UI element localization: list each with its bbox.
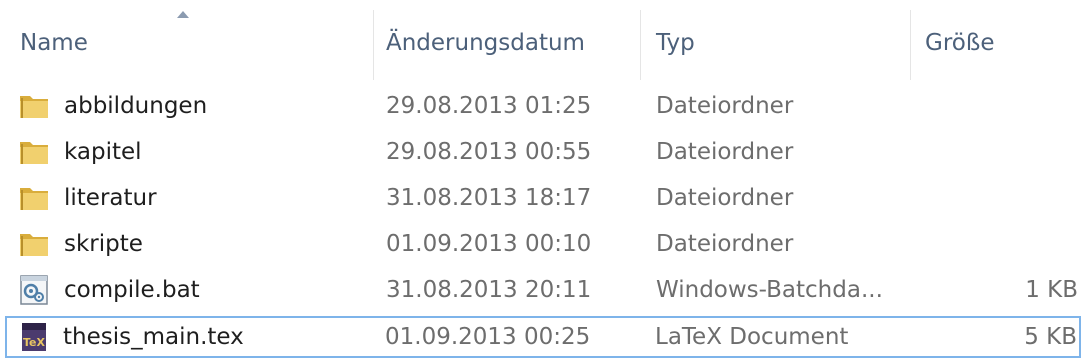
file-modified: 01.09.2013 00:10 [386, 231, 592, 257]
file-modified: 29.08.2013 00:55 [386, 139, 592, 165]
file-name: skripte [64, 231, 143, 257]
file-row[interactable]: compile.bat 31.08.2013 20:11 Windows-Bat… [5, 269, 1081, 311]
folder-icon [18, 137, 50, 167]
file-type: Dateiordner [656, 185, 794, 211]
folder-icon [18, 91, 50, 121]
file-row[interactable]: skripte 01.09.2013 00:10 Dateiordner [5, 223, 1081, 265]
column-header-type[interactable]: Typ [656, 0, 695, 84]
file-name: literatur [64, 185, 157, 211]
column-divider[interactable] [373, 10, 374, 80]
column-header-row: Name Änderungsdatum Typ Größe [0, 0, 1085, 84]
column-header-size[interactable]: Größe [925, 0, 994, 84]
file-modified: 29.08.2013 01:25 [386, 93, 592, 119]
file-size [906, 224, 1078, 264]
file-size [906, 178, 1078, 218]
column-header-modified[interactable]: Änderungsdatum [386, 0, 585, 84]
file-type: LaTeX Document [655, 324, 849, 350]
file-row[interactable]: literatur 31.08.2013 18:17 Dateiordner [5, 177, 1081, 219]
column-header-name[interactable]: Name [20, 0, 88, 84]
file-name: abbildungen [64, 93, 208, 119]
column-divider[interactable] [640, 10, 641, 80]
file-size: 5 KB [1024, 324, 1077, 350]
folder-icon [18, 183, 50, 213]
file-row-selected[interactable]: TeX thesis_main.tex 01.09.2013 00:25 LaT… [5, 316, 1081, 358]
file-explorer: Name Änderungsdatum Typ Größe abbildunge… [0, 0, 1085, 362]
file-name: compile.bat [64, 277, 200, 303]
tex-file-icon: TeX [18, 322, 50, 352]
folder-icon [18, 229, 50, 259]
file-size: 1 KB [1025, 277, 1078, 303]
column-header-type-label: Typ [656, 30, 695, 56]
file-type: Windows-Batchda... [656, 277, 883, 303]
svg-text:TeX: TeX [23, 336, 46, 349]
file-row[interactable]: abbildungen 29.08.2013 01:25 Dateiordner [5, 85, 1081, 127]
column-header-size-label: Größe [925, 30, 995, 56]
file-type: Dateiordner [656, 231, 794, 257]
file-type: Dateiordner [656, 139, 794, 165]
batch-file-icon [18, 275, 50, 305]
column-header-modified-label: Änderungsdatum [386, 30, 585, 56]
file-name: thesis_main.tex [63, 324, 244, 350]
file-name: kapitel [64, 139, 142, 165]
column-header-name-label: Name [20, 30, 88, 56]
file-size [906, 86, 1078, 126]
file-type: Dateiordner [656, 93, 794, 119]
file-modified: 31.08.2013 18:17 [386, 185, 592, 211]
file-row[interactable]: kapitel 29.08.2013 00:55 Dateiordner [5, 131, 1081, 173]
column-divider[interactable] [910, 10, 911, 80]
file-modified: 01.09.2013 00:25 [385, 324, 591, 350]
file-modified: 31.08.2013 20:11 [386, 277, 592, 303]
sort-ascending-icon [177, 11, 189, 18]
file-size [906, 132, 1078, 172]
